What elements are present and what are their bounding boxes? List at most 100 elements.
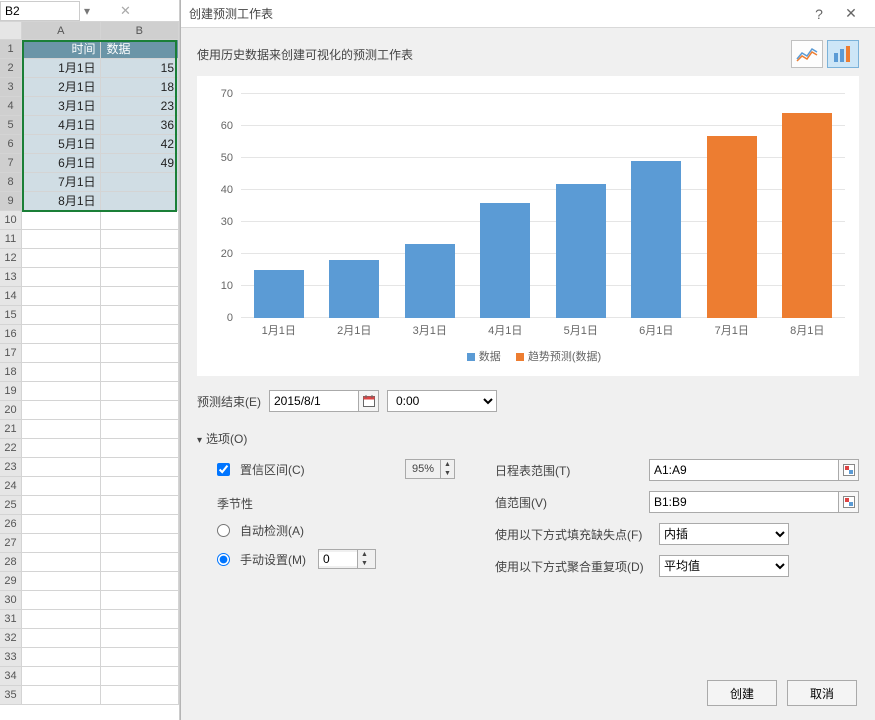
timeline-range-picker-button[interactable] <box>838 460 858 480</box>
row-header[interactable]: 16 <box>0 325 22 344</box>
spin-up-icon[interactable]: ▲ <box>358 550 371 559</box>
cell[interactable]: 2月1日 <box>22 78 101 97</box>
col-header-a[interactable]: A <box>22 22 101 40</box>
cell[interactable]: 6月1日 <box>22 154 101 173</box>
manual-value-input[interactable] <box>319 552 357 566</box>
cell[interactable]: 1月1日 <box>22 59 101 78</box>
row-header[interactable]: 17 <box>0 344 22 363</box>
cell[interactable] <box>101 534 180 553</box>
cell[interactable] <box>22 363 101 382</box>
cell[interactable] <box>22 458 101 477</box>
cell[interactable] <box>101 230 180 249</box>
forecast-end-time-select[interactable]: 0:00 <box>387 390 497 412</box>
auto-detect-radio[interactable] <box>217 524 230 537</box>
row-header[interactable]: 33 <box>0 648 22 667</box>
cell[interactable] <box>22 686 101 705</box>
cell[interactable] <box>101 287 180 306</box>
values-range-picker-button[interactable] <box>838 492 858 512</box>
cell[interactable] <box>101 458 180 477</box>
confidence-spin-buttons[interactable]: ▲▼ <box>440 460 454 478</box>
row-header[interactable]: 24 <box>0 477 22 496</box>
spin-up-icon[interactable]: ▲ <box>441 460 454 469</box>
aggregate-select[interactable]: 平均值 <box>659 555 789 577</box>
cell[interactable] <box>22 249 101 268</box>
manual-radio[interactable] <box>217 553 230 566</box>
fill-missing-select[interactable]: 内插 <box>659 523 789 545</box>
row-header[interactable]: 20 <box>0 401 22 420</box>
row-header[interactable]: 6 <box>0 135 22 154</box>
cell[interactable]: 时间 <box>22 40 101 59</box>
cell[interactable] <box>101 382 180 401</box>
cell[interactable] <box>22 610 101 629</box>
cell[interactable]: 49 <box>101 154 180 173</box>
cell[interactable] <box>101 325 180 344</box>
cell[interactable]: 15 <box>101 59 180 78</box>
row-header[interactable]: 22 <box>0 439 22 458</box>
cell[interactable] <box>101 173 180 192</box>
row-header[interactable]: 35 <box>0 686 22 705</box>
cell[interactable] <box>101 268 180 287</box>
row-header[interactable]: 1 <box>0 40 22 59</box>
row-header[interactable]: 21 <box>0 420 22 439</box>
cell[interactable] <box>101 515 180 534</box>
row-header[interactable]: 25 <box>0 496 22 515</box>
col-header-b[interactable]: B <box>101 22 180 40</box>
cell[interactable] <box>22 667 101 686</box>
cell[interactable] <box>101 667 180 686</box>
create-button[interactable]: 创建 <box>707 680 777 706</box>
help-button[interactable]: ? <box>803 6 835 22</box>
cell[interactable] <box>22 344 101 363</box>
row-header[interactable]: 7 <box>0 154 22 173</box>
cell[interactable]: 数据 <box>101 40 180 59</box>
cell[interactable] <box>101 477 180 496</box>
row-header[interactable]: 10 <box>0 211 22 230</box>
cell[interactable] <box>22 629 101 648</box>
cell[interactable] <box>22 439 101 458</box>
cell[interactable] <box>22 306 101 325</box>
row-header[interactable]: 31 <box>0 610 22 629</box>
cell[interactable] <box>101 211 180 230</box>
confidence-spinner[interactable]: 95% ▲▼ <box>405 459 455 479</box>
cell[interactable] <box>22 382 101 401</box>
cell[interactable] <box>101 192 180 211</box>
cell[interactable] <box>101 686 180 705</box>
cell[interactable] <box>101 249 180 268</box>
cell[interactable]: 18 <box>101 78 180 97</box>
cell[interactable] <box>101 610 180 629</box>
spin-down-icon[interactable]: ▼ <box>441 469 454 478</box>
cell[interactable]: 7月1日 <box>22 173 101 192</box>
row-header[interactable]: 11 <box>0 230 22 249</box>
row-header[interactable]: 30 <box>0 591 22 610</box>
row-header[interactable]: 15 <box>0 306 22 325</box>
cell[interactable] <box>22 648 101 667</box>
cell[interactable] <box>22 268 101 287</box>
cell[interactable] <box>101 420 180 439</box>
row-header[interactable]: 9 <box>0 192 22 211</box>
cancel-button[interactable]: 取消 <box>787 680 857 706</box>
cell[interactable] <box>22 515 101 534</box>
line-chart-type-button[interactable] <box>791 40 823 68</box>
row-header[interactable]: 14 <box>0 287 22 306</box>
row-header[interactable]: 27 <box>0 534 22 553</box>
spin-down-icon[interactable]: ▼ <box>358 559 371 568</box>
cell[interactable] <box>101 496 180 515</box>
cell[interactable] <box>101 572 180 591</box>
manual-value-spinner[interactable]: ▲▼ <box>318 549 376 569</box>
cell[interactable] <box>101 629 180 648</box>
name-box-dropdown-icon[interactable]: ▾ <box>80 4 94 18</box>
cell[interactable] <box>22 211 101 230</box>
cell[interactable] <box>22 401 101 420</box>
row-header[interactable]: 4 <box>0 97 22 116</box>
row-header[interactable]: 23 <box>0 458 22 477</box>
cell[interactable]: 4月1日 <box>22 116 101 135</box>
row-header[interactable]: 28 <box>0 553 22 572</box>
options-toggle[interactable]: ▾选项(O) <box>197 430 859 447</box>
cell[interactable] <box>22 287 101 306</box>
timeline-range-input[interactable] <box>650 460 838 480</box>
row-header[interactable]: 5 <box>0 116 22 135</box>
bar-chart-type-button[interactable] <box>827 40 859 68</box>
row-header[interactable]: 18 <box>0 363 22 382</box>
name-box-input[interactable] <box>0 1 80 21</box>
cell[interactable]: 36 <box>101 116 180 135</box>
select-all-corner[interactable] <box>0 22 22 40</box>
